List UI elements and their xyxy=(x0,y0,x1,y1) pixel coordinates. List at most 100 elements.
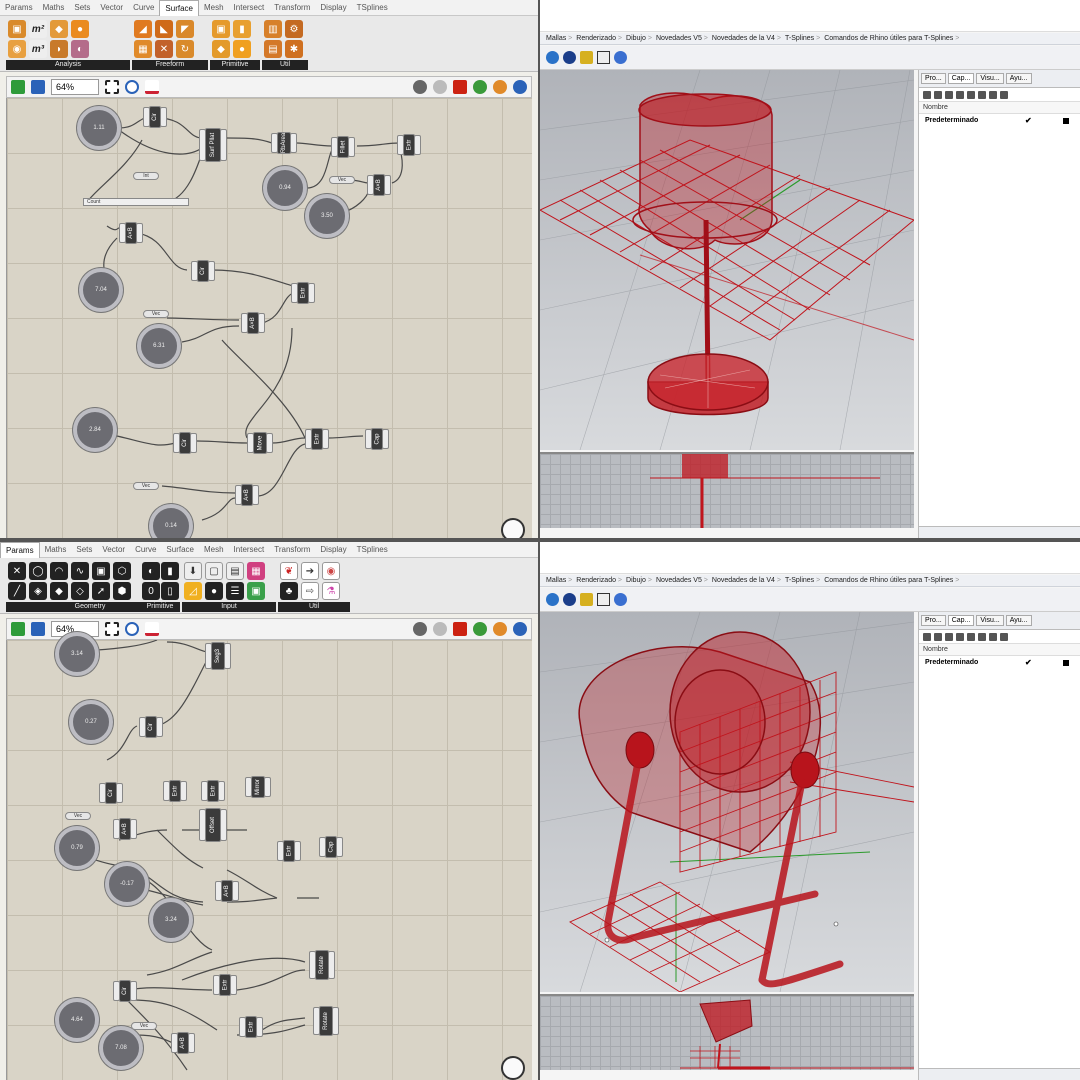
component-rotate[interactable]: Rotate xyxy=(313,1006,339,1036)
circle-param-icon[interactable]: ◯ xyxy=(29,562,47,580)
brep-icon[interactable]: ◆ xyxy=(50,20,68,38)
tab-layers[interactable]: Cap... xyxy=(947,615,975,626)
tab-maths[interactable]: Maths xyxy=(38,0,70,16)
preview-wireframe-icon[interactable] xyxy=(413,622,427,636)
tab-mesh[interactable]: Mesh xyxy=(199,542,229,558)
line-param-icon[interactable]: ╱ xyxy=(8,582,26,600)
front-viewport[interactable] xyxy=(540,994,914,1070)
component-multiply[interactable]: A×B xyxy=(241,312,265,334)
tab-dibujo[interactable]: Dibujo xyxy=(626,577,652,584)
component-extrude[interactable]: Extr xyxy=(239,1016,263,1038)
box-edit-icon[interactable] xyxy=(597,593,610,606)
eye-icon[interactable] xyxy=(125,622,139,636)
point-param-icon[interactable]: ✕ xyxy=(8,562,26,580)
tab-dibujo[interactable]: Dibujo xyxy=(626,35,652,42)
component-multiply[interactable]: A×B xyxy=(113,818,137,840)
component-multiply[interactable]: A×B xyxy=(235,484,259,506)
volume-icon[interactable]: m³ xyxy=(29,40,47,58)
tab-surface[interactable]: Surface xyxy=(161,542,199,558)
box-edit-icon[interactable] xyxy=(597,51,610,64)
number-slider-dial[interactable]: 7.04 xyxy=(79,268,123,312)
tab-help[interactable]: Ayu... xyxy=(1005,73,1032,84)
text-param-icon[interactable]: ▯ xyxy=(161,582,179,600)
number-param-icon[interactable]: 0 xyxy=(142,582,160,600)
tree-icon[interactable]: ♣ xyxy=(280,582,298,600)
shape-icon[interactable]: ◉ xyxy=(8,40,26,58)
move-down-icon[interactable] xyxy=(967,90,975,99)
tab-mesh[interactable]: Mesh xyxy=(199,0,229,16)
perspective-viewport[interactable] xyxy=(540,70,914,450)
panel-scrollbar[interactable] xyxy=(919,526,1080,538)
tab-comandos[interactable]: Comandos de Rhino útiles para T-Splines xyxy=(824,577,959,584)
tab-params[interactable]: Params xyxy=(0,542,40,558)
bake-icon[interactable] xyxy=(473,80,487,94)
new-layer-icon[interactable] xyxy=(923,632,931,641)
tab-intersect[interactable]: Intersect xyxy=(229,542,270,558)
help-icon[interactable] xyxy=(1000,90,1008,99)
component-circle[interactable]: Cir xyxy=(143,106,167,128)
component-circle[interactable]: Cir xyxy=(191,260,215,282)
open-icon[interactable] xyxy=(11,622,25,636)
new-sublayer-icon[interactable] xyxy=(934,90,942,99)
tab-help[interactable]: Ayu... xyxy=(1005,615,1032,626)
sketch-icon[interactable] xyxy=(145,80,159,94)
surface-analysis-icon[interactable]: ◐ xyxy=(71,40,89,58)
vector-param[interactable]: Vec xyxy=(329,176,355,184)
help-icon[interactable] xyxy=(1000,632,1008,641)
box-icon[interactable]: ▣ xyxy=(212,20,230,38)
panel-icon[interactable]: ▤ xyxy=(226,562,244,580)
number-slider-dial[interactable]: 4.64 xyxy=(55,998,99,1042)
preview-off-icon[interactable] xyxy=(433,80,447,94)
layer-color-swatch[interactable] xyxy=(1063,118,1069,124)
cylinder-icon[interactable]: ▮ xyxy=(233,20,251,38)
evaluate-icon[interactable]: ◗ xyxy=(50,40,68,58)
tab-transform[interactable]: Transform xyxy=(269,542,315,558)
number-slider-dial[interactable]: -0.17 xyxy=(105,862,149,906)
help-icon[interactable] xyxy=(614,593,627,606)
number-slider-dial[interactable]: 2.84 xyxy=(73,408,117,452)
navigation-compass-icon[interactable] xyxy=(501,518,525,538)
component-fillet[interactable]: Fillet xyxy=(331,136,355,158)
arrow-outline-icon[interactable]: ⇨ xyxy=(301,582,319,600)
definition-canvas[interactable]: 1.11 0.94 3.50 7.04 6.31 2.84 0.14 Cir S… xyxy=(6,98,532,538)
tab-intersect[interactable]: Intersect xyxy=(229,0,270,16)
integer-param-icon[interactable]: ▮ xyxy=(161,562,179,580)
brep-param-icon[interactable]: ⬡ xyxy=(113,562,131,580)
sphere-icon[interactable]: ● xyxy=(233,40,251,58)
open-icon[interactable] xyxy=(11,80,25,94)
tab-vector[interactable]: Vector xyxy=(95,0,128,16)
sweep-icon[interactable]: ◣ xyxy=(155,20,173,38)
boolean-toggle-icon[interactable]: ⬇ xyxy=(184,562,202,580)
brep-join-icon[interactable]: ▥ xyxy=(264,20,282,38)
filter-icon[interactable] xyxy=(978,632,986,641)
deconstruct-icon[interactable]: ● xyxy=(71,20,89,38)
component-circle[interactable]: Cir xyxy=(113,980,137,1002)
tab-display[interactable]: Visu... xyxy=(976,615,1004,626)
fillet-icon[interactable]: ▤ xyxy=(264,40,282,58)
eye-icon[interactable] xyxy=(125,80,139,94)
box-analysis-icon[interactable]: ▣ xyxy=(8,20,26,38)
tab-tsplines[interactable]: T-Splines xyxy=(785,577,820,584)
preview-shaded-icon[interactable] xyxy=(453,80,467,94)
gradient-icon[interactable]: ▣ xyxy=(247,582,265,600)
definition-canvas[interactable]: 3.14 0.27 0.79 -0.17 3.24 4.64 7.08 Seg3… xyxy=(6,632,532,1080)
preview-off-icon[interactable] xyxy=(433,622,447,636)
number-slider-dial[interactable]: 6.31 xyxy=(137,324,181,368)
component-multiply[interactable]: A×B xyxy=(215,880,239,902)
component-extrude[interactable]: Extr xyxy=(163,780,187,802)
render-sphere-icon[interactable] xyxy=(546,51,559,64)
button-icon[interactable]: ▢ xyxy=(205,562,223,580)
component-multiply[interactable]: A×B xyxy=(367,174,391,196)
display-icon[interactable] xyxy=(513,622,527,636)
number-slider-dial[interactable]: 3.50 xyxy=(305,194,349,238)
component-cap[interactable]: Cap xyxy=(365,428,389,450)
boolean-param-icon[interactable]: ◐ xyxy=(142,562,160,580)
settings-gear-icon[interactable] xyxy=(580,51,593,64)
tab-novedades-v4[interactable]: Novedades de la V4 xyxy=(712,35,781,42)
render-icon[interactable] xyxy=(493,622,507,636)
preview-shaded-icon[interactable] xyxy=(453,622,467,636)
geometry-param-icon[interactable]: ⬢ xyxy=(113,582,131,600)
component-extrude[interactable]: Extr xyxy=(397,134,421,156)
plane-surface-icon[interactable]: ◆ xyxy=(212,40,230,58)
vector-param[interactable]: Vec xyxy=(131,1022,157,1030)
